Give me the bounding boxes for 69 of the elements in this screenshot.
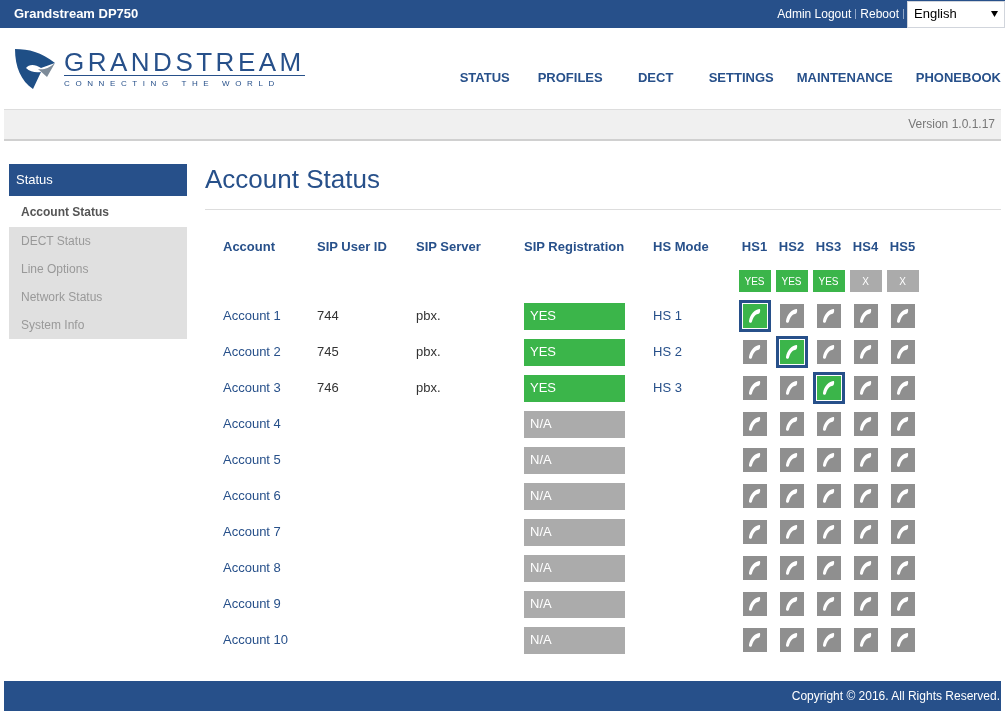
table-cell-text: Account 9: [223, 595, 282, 614]
nav-link[interactable]: PROFILES: [537, 67, 603, 87]
column-header: HS4: [851, 238, 880, 257]
phone-icon: [816, 376, 841, 400]
table-cell-text: pbx.: [416, 379, 442, 398]
table-cell-text: Account 10: [223, 631, 290, 650]
handset-status: X: [886, 270, 919, 292]
page-title: Account Status: [205, 164, 1001, 210]
table-cell-text: pbx.: [416, 343, 442, 362]
phone-icon: [742, 304, 767, 328]
table-cell-text: 746: [317, 379, 340, 398]
nav-link[interactable]: DECT: [625, 67, 686, 87]
handset-status: YES: [812, 270, 845, 292]
registration-status: YES: [524, 302, 625, 330]
table-cell-text: Account 3: [223, 379, 282, 398]
registration-status: YES: [524, 338, 625, 366]
table-cell-text: HS 1: [653, 307, 683, 326]
column-header: SIP Registration: [524, 238, 626, 257]
column-header: SIP Server: [416, 238, 482, 257]
registration-status: N/A: [524, 554, 625, 582]
top-link[interactable]: Admin Logout: [774, 5, 855, 23]
nav-link[interactable]: PHONEBOOK: [915, 67, 1001, 87]
column-header: HS5: [888, 238, 917, 257]
registration-status: N/A: [524, 410, 625, 438]
phone-icon: [779, 340, 804, 364]
registration-status: N/A: [524, 518, 625, 546]
handset-selected-frame[interactable]: [812, 372, 845, 404]
handset-status: YES: [775, 270, 808, 292]
column-header: HS2: [777, 238, 806, 257]
sidebar-section[interactable]: Status: [9, 164, 187, 196]
logo-tagline: CONNECTING THE WORLD: [64, 77, 281, 90]
logo-wordmark: GRANDSTREAM: [64, 48, 305, 76]
registration-status: N/A: [524, 482, 625, 510]
column-header: HS3: [814, 238, 843, 257]
sidebar-item[interactable]: Account Status: [9, 196, 187, 227]
table-cell-text: HS 3: [653, 379, 683, 398]
registration-status: N/A: [524, 590, 625, 618]
nav-link[interactable]: STATUS: [454, 67, 515, 87]
registration-status: N/A: [524, 626, 625, 654]
caret-icon: [991, 11, 998, 17]
column-header: SIP User ID: [317, 238, 388, 257]
table-cell-text: Account 6: [223, 487, 282, 506]
table-cell-text: Account 8: [223, 559, 282, 578]
handset-status: X: [849, 270, 882, 292]
table-cell-text: Account 4: [223, 415, 282, 434]
handset-status: YES: [738, 270, 771, 292]
table-cell-text: Account 2: [223, 343, 282, 362]
table-cell-text: pbx.: [416, 307, 442, 326]
column-header: Account: [223, 238, 276, 257]
table-cell-text: 745: [317, 343, 340, 362]
table-cell-text: Account 1: [223, 307, 282, 326]
registration-status: YES: [524, 374, 625, 402]
table-cell-text: Account 7: [223, 523, 282, 542]
table-cell-text: HS 2: [653, 343, 683, 362]
handset-selected-frame[interactable]: [775, 336, 808, 368]
nav-link[interactable]: MAINTENANCE: [796, 67, 893, 87]
top-link[interactable]: Reboot: [857, 5, 902, 23]
nav-link[interactable]: SETTINGS: [708, 67, 774, 87]
column-header: HS1: [740, 238, 769, 257]
table-cell-text: Account 5: [223, 451, 282, 470]
device-title: Grandstream DP750: [14, 5, 139, 24]
copyright-text: Copyright © 2016. All Rights Reserved.: [791, 688, 1000, 705]
handset-selected-frame[interactable]: [738, 300, 771, 332]
language-select[interactable]: English: [907, 0, 1005, 28]
logo-icon: [13, 47, 57, 91]
column-header: HS Mode: [653, 238, 710, 257]
version-label: Version 1.0.1.17: [908, 116, 995, 133]
table-cell-text: 744: [317, 307, 340, 326]
registration-status: N/A: [524, 446, 625, 474]
